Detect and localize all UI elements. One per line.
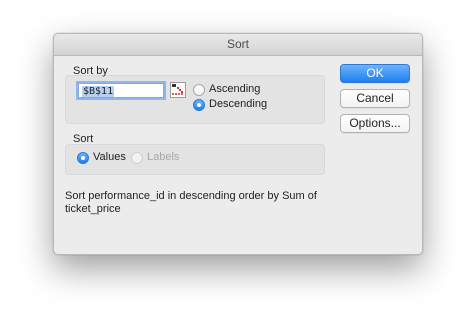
- labels-label: Labels: [147, 151, 180, 163]
- range-select-icon: [172, 84, 183, 95]
- sort-key-value[interactable]: $B$11: [82, 86, 115, 97]
- range-select-button[interactable]: [170, 82, 186, 98]
- descending-radio[interactable]: [193, 99, 205, 111]
- descending-label[interactable]: Descending: [209, 98, 267, 110]
- values-label[interactable]: Values: [93, 151, 126, 163]
- values-radio[interactable]: [77, 152, 89, 164]
- options-button[interactable]: Options...: [340, 114, 410, 133]
- sort-key-field[interactable]: $B$11: [78, 83, 164, 98]
- sort-dialog: Sort Sort by $B$11 Ascending Descending …: [53, 33, 423, 255]
- labels-radio: [131, 152, 143, 164]
- sort-by-label: Sort by: [73, 65, 108, 77]
- cancel-button[interactable]: Cancel: [340, 89, 410, 108]
- sort-description: Sort performance_id in descending order …: [65, 190, 317, 215]
- ascending-radio[interactable]: [193, 84, 205, 96]
- dialog-title: Sort: [54, 34, 422, 56]
- ok-button[interactable]: OK: [340, 64, 410, 83]
- sort-type-label: Sort: [73, 133, 94, 145]
- ascending-label[interactable]: Ascending: [209, 83, 260, 95]
